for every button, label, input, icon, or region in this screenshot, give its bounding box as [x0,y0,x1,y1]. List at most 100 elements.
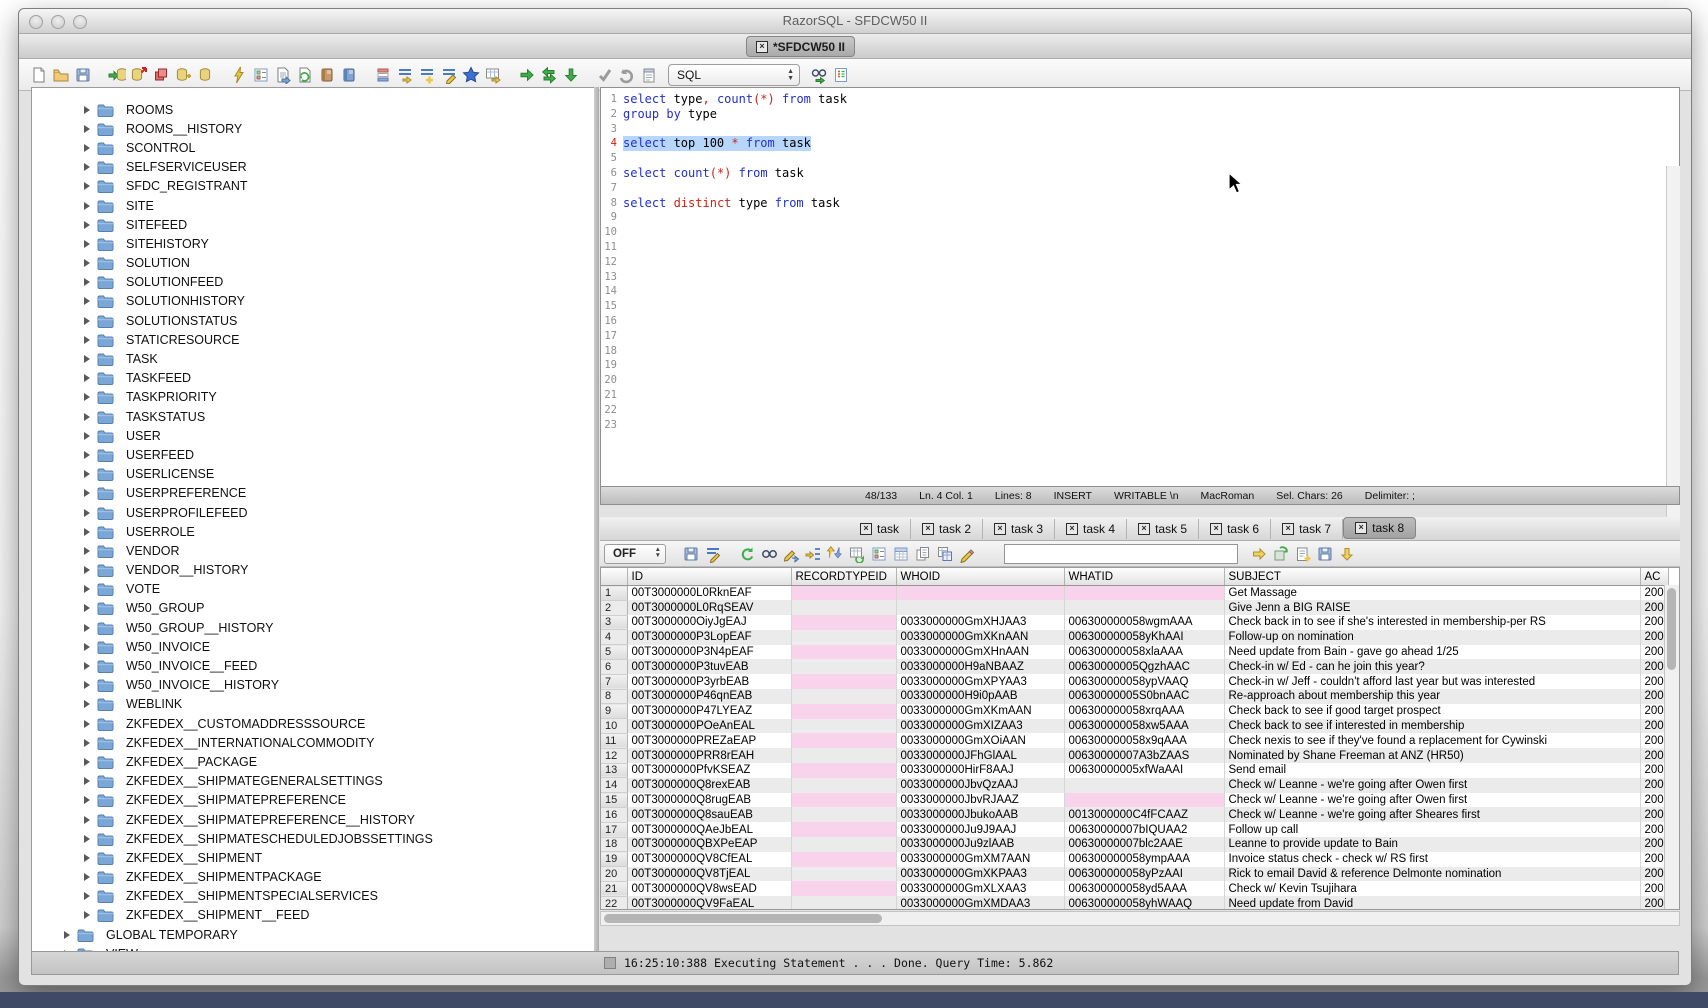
disclosure-triangle-icon[interactable] [84,240,90,248]
cell-subject[interactable]: Need update from Bain - gave go ahead 1/… [1224,645,1640,660]
tree-item-zkfedex-package[interactable]: ZKFEDEX__PACKAGE [32,752,594,771]
disclosure-triangle-icon[interactable] [84,643,90,651]
cell-subject[interactable]: Need update from David [1224,896,1640,910]
results-tab-task-3[interactable]: ×task 3 [983,519,1055,539]
tree-item-w50-invoice[interactable]: W50_INVOICE [32,637,594,656]
cell-whoid[interactable]: 0033000000HirF8AAJ [896,763,1064,778]
cell-subject[interactable]: Check back to see if good target prospec… [1224,704,1640,719]
save-icon[interactable] [1314,544,1336,564]
editor-line-9[interactable]: 9 [601,210,1679,225]
page-import-icon[interactable] [294,65,316,85]
cell-recordtypeid[interactable] [791,674,896,689]
cell-whoid[interactable]: 0033000000JFhGlAAL [896,748,1064,763]
star-icon[interactable] [460,65,482,85]
cell-subject[interactable]: Re-approach about membership this year [1224,689,1640,704]
cell-whatid[interactable]: 006300000058yd5AAA [1064,881,1224,896]
disclosure-triangle-icon[interactable] [84,662,90,670]
table-arrow-icon[interactable] [482,65,504,85]
cell-id[interactable]: 00T3000000OiyJgEAJ [627,615,791,630]
tree-item-taskfeed[interactable]: TASKFEED [32,369,594,388]
lightning-icon[interactable] [228,65,250,85]
disclosure-triangle-icon[interactable] [84,681,90,689]
cell-recordtypeid[interactable] [791,793,896,808]
tab-close-icon[interactable]: × [1355,522,1367,534]
editor-line-13[interactable]: 13 [601,270,1679,285]
cell-whoid[interactable]: 0033000000H9aNBAAZ [896,659,1064,674]
table-page-icon[interactable] [890,544,912,564]
tree-item-taskstatus[interactable]: TASKSTATUS [32,407,594,426]
disclosure-triangle-icon[interactable] [84,221,90,229]
cell-subject[interactable]: Give Jenn a BIG RAISE [1224,600,1640,615]
cell-recordtypeid[interactable] [791,659,896,674]
cell-whoid[interactable]: 0033000000Ju9zlAAB [896,837,1064,852]
filter-pencil-icon[interactable] [702,544,724,564]
cell-recordtypeid[interactable] [791,852,896,867]
table-row[interactable]: 300T3000000OiyJgEAJ0033000000GmXHJAA3006… [601,615,1668,630]
tree-item-w50-group-history[interactable]: W50_GROUP__HISTORY [32,618,594,637]
cell-whoid[interactable]: 0033000000H9i0pAAB [896,689,1064,704]
tree-item-zkfedex-shipmentpackage[interactable]: ZKFEDEX__SHIPMENTPACKAGE [32,868,594,887]
lines-plus-icon[interactable] [416,65,438,85]
disclosure-triangle-icon[interactable] [84,700,90,708]
cell-subject[interactable]: Send email [1224,763,1640,778]
cell-recordtypeid[interactable] [791,763,896,778]
tree-item-solution[interactable]: SOLUTION [32,254,594,273]
column-header-recordtypeid[interactable]: RECORDTYPEID [791,568,896,586]
cell-recordtypeid[interactable] [791,615,896,630]
cell-subject[interactable]: Rick to email David & reference Delmonte… [1224,867,1640,882]
cell-id[interactable]: 00T3000000Q8sauEAB [627,807,791,822]
table-row[interactable]: 1600T3000000Q8sauEAB0033000000JbukoAAB00… [601,807,1668,822]
tree-item-site[interactable]: SITE [32,196,594,215]
cell-whatid[interactable]: 006300000058xw5AAA [1064,719,1224,734]
cell-whatid[interactable]: 006300000058x9qAAA [1064,733,1224,748]
tree-item-user[interactable]: USER [32,426,594,445]
results-vertical-scrollbar[interactable] [1664,585,1679,909]
blue-book-icon[interactable] [338,65,360,85]
table-row[interactable]: 1300T3000000PfvKSEAZ0033000000HirF8AAJ00… [601,763,1668,778]
cell-whatid[interactable]: 006300000058yPzAAI [1064,867,1224,882]
cell-whatid[interactable]: 006300000058xlaAAA [1064,645,1224,660]
tree-item-zkfedex-shipmatepreference-history[interactable]: ZKFEDEX__SHIPMATEPREFERENCE__HISTORY [32,810,594,829]
tree-item-taskpriority[interactable]: TASKPRIORITY [32,388,594,407]
cell-subject[interactable]: Invoice status check - check w/ RS first [1224,852,1640,867]
save-icon[interactable] [680,544,702,564]
cell-whatid[interactable] [1064,600,1224,615]
cell-subject[interactable]: Nominated by Shane Freeman at ANZ (HR50) [1224,748,1640,763]
database-tree-panel[interactable]: ROOMSROOMS__HISTORYSCONTROLSELFSERVICEUS… [31,87,595,953]
editor-line-7[interactable]: 7 [601,181,1679,196]
cell-whoid[interactable]: 0033000000GmXOiAAN [896,733,1064,748]
cell-whatid[interactable]: 00630000007A3bZAAS [1064,748,1224,763]
table-row[interactable]: 2200T3000000QV9FaEAL0033000000GmXMDAA300… [601,896,1668,910]
cell-whoid[interactable]: 0033000000GmXHnAAN [896,645,1064,660]
cell-recordtypeid[interactable] [791,645,896,660]
cell-whatid[interactable]: 00630000007bIQUAA2 [1064,822,1224,837]
database-icon[interactable] [194,65,216,85]
tree-item-rooms[interactable]: ROOMS [32,100,594,119]
table-row[interactable]: 500T3000000P3N4pEAF0033000000GmXHnAAN006… [601,645,1668,660]
tree-item-userpreference[interactable]: USERPREFERENCE [32,484,594,503]
disclosure-triangle-icon[interactable] [84,892,90,900]
cell-subject[interactable]: Follow up call [1224,822,1640,837]
open-folder-icon[interactable] [50,65,72,85]
table-row[interactable]: 100T3000000L0RknEAFGet Massage200 [601,586,1668,601]
editor-line-6[interactable]: 6select count(*) from task [601,166,1679,181]
cell-id[interactable]: 00T3000000QV8wsEAD [627,881,791,896]
cell-subject[interactable]: Check w/ Kevin Tsujihara [1224,881,1640,896]
lines-pencil-icon[interactable] [438,65,460,85]
table-row[interactable]: 1900T3000000QV8CfEAL0033000000GmXM7AAN00… [601,852,1668,867]
disclosure-triangle-icon[interactable] [84,547,90,555]
cell-whoid[interactable] [896,586,1064,601]
results-tab-task-8[interactable]: ×task 8 [1343,517,1416,539]
table-row[interactable]: 800T3000000P46qnEAB0033000000H9i0pAAB006… [601,689,1668,704]
disclosure-triangle-icon[interactable] [84,835,90,843]
cell-subject[interactable]: Check back to see if interested in membe… [1224,719,1640,734]
cell-subject[interactable]: Check nexis to see if they've found a re… [1224,733,1640,748]
cell-recordtypeid[interactable] [791,807,896,822]
cell-whatid[interactable] [1064,778,1224,793]
editor-line-4[interactable]: 4select top 100 * from task [601,136,1679,151]
editor-line-14[interactable]: 14 [601,284,1679,299]
document-tab[interactable]: × *SFDCW50 II [746,36,855,57]
cell-subject[interactable]: Get Massage [1224,586,1640,601]
disclosure-triangle-icon[interactable] [84,432,90,440]
page-export-icon[interactable] [272,65,294,85]
